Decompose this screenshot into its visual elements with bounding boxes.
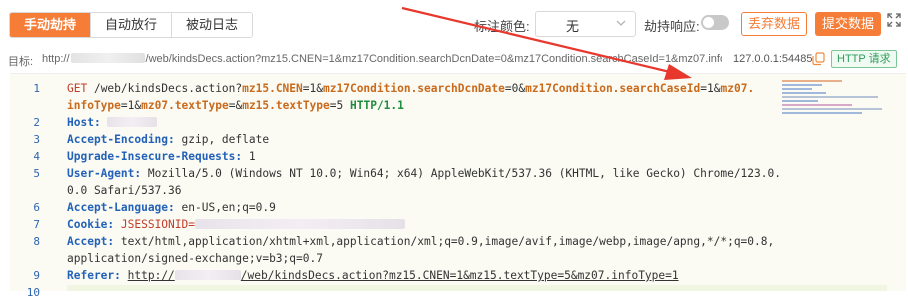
param-eq: = bbox=[504, 82, 512, 95]
http-version: HTTP/1.1 bbox=[343, 99, 404, 112]
header-host: Host: bbox=[67, 116, 158, 129]
tab-auto-release[interactable]: 自动放行 bbox=[90, 13, 172, 37]
header-value: en-US,en;q=0.9 bbox=[174, 201, 276, 214]
line-number: 7 bbox=[33, 218, 40, 231]
expand-icon[interactable] bbox=[886, 12, 902, 28]
target-label: 目标: bbox=[8, 56, 34, 68]
request-line: GET /web/kindsDecs.action?mz15.CNEN=1&mz… bbox=[67, 82, 754, 95]
minimap-line bbox=[782, 96, 878, 98]
header-key: Accept-Language: bbox=[67, 201, 175, 214]
target-url: http:// /web/kindsDecs.action?mz15.CNEN=1… bbox=[42, 53, 722, 65]
header-accept: Accept: text/html,application/xhtml+xml,… bbox=[67, 235, 774, 248]
param-eq: = bbox=[120, 99, 128, 112]
header-user-agent-wrap: 0.0 Safari/537.36 bbox=[67, 184, 182, 197]
http-method: GET bbox=[67, 82, 88, 95]
mark-color-label: 标注颜色: bbox=[474, 19, 530, 34]
header-value: gzip, deflate bbox=[174, 133, 270, 146]
header-accept-encoding: Accept-Encoding: gzip, deflate bbox=[67, 133, 269, 146]
copy-icon[interactable] bbox=[812, 52, 825, 66]
minimap-line bbox=[782, 84, 822, 86]
param-key: mz17Condition.searchDcnDate bbox=[323, 82, 505, 95]
param-eq: = bbox=[329, 99, 337, 112]
redacted-host bbox=[70, 53, 145, 63]
line-number: 2 bbox=[33, 116, 40, 129]
header-key: Cookie: bbox=[67, 218, 115, 231]
hijack-response-toggle[interactable] bbox=[701, 15, 729, 30]
target-url-prefix: http:// bbox=[42, 53, 70, 65]
minimap-line bbox=[782, 80, 842, 82]
cookie-name: JSESSIONID= bbox=[114, 218, 195, 231]
redacted-value bbox=[107, 117, 158, 127]
mark-color-value: 无 bbox=[566, 19, 580, 34]
redacted-value bbox=[174, 270, 241, 280]
discard-button[interactable]: 丢弃数据 bbox=[741, 12, 807, 36]
tab-manual-hijack[interactable]: 手动劫持 bbox=[10, 13, 91, 37]
header-key: Referer: bbox=[67, 269, 121, 282]
request-line-wrap: infoType=1&mz07.textType=&mz15.textType=… bbox=[67, 99, 404, 112]
tab-passive-log[interactable]: 被动日志 bbox=[171, 13, 253, 37]
param-key: infoType bbox=[67, 99, 121, 112]
toggle-knob bbox=[703, 17, 714, 28]
referer-rest: /web/kindsDecs.action?mz15.CNEN=1&mz15.t… bbox=[240, 269, 679, 282]
minimap-line bbox=[782, 104, 852, 106]
line-number: 9 bbox=[33, 269, 40, 282]
line-number: 4 bbox=[33, 150, 40, 163]
toolbar: 手动劫持 自动放行 被动日志 标注颜色: 无 劫持响应: 丢弃数据 提交数据 bbox=[0, 0, 908, 46]
header-key: Host: bbox=[67, 116, 101, 129]
header-key: User-Agent: bbox=[67, 167, 142, 180]
header-upgrade-insecure: Upgrade-Insecure-Requests: 1 bbox=[67, 150, 256, 163]
header-value: text/html,application/xhtml+xml,applicat… bbox=[114, 235, 775, 248]
header-key: Accept-Encoding: bbox=[67, 133, 175, 146]
request-editor[interactable]: 1 2 3 4 5 6 7 8 9 10 GET /web/kindsDecs.… bbox=[10, 73, 906, 299]
line-gutter: 1 2 3 4 5 6 7 8 9 10 bbox=[10, 74, 60, 299]
referer-prefix: http:// bbox=[127, 269, 175, 282]
minimap-line bbox=[782, 100, 818, 102]
header-value: Mozilla/5.0 (Windows NT 10.0; Win64; x64… bbox=[141, 167, 781, 180]
active-line-highlight bbox=[67, 285, 887, 291]
header-key: Upgrade-Insecure-Requests: bbox=[67, 150, 243, 163]
target-bar: 目标: http:// /web/kindsDecs.action?mz15.CN… bbox=[0, 49, 908, 71]
line-number: 1 bbox=[33, 82, 40, 95]
header-accept-language: Accept-Language: en-US,en;q=0.9 bbox=[67, 201, 276, 214]
mark-color-select[interactable]: 无 bbox=[535, 11, 636, 37]
param-key: mz07. bbox=[720, 82, 755, 95]
referer-link[interactable]: http:// /web/kindsDecs.action?mz15.CNEN=1… bbox=[128, 269, 679, 282]
header-key: Accept: bbox=[67, 235, 115, 248]
protocol-badge: HTTP 请求 bbox=[831, 50, 897, 68]
header-value: 1 bbox=[242, 150, 256, 163]
line-number: 8 bbox=[33, 235, 40, 248]
minimap-line bbox=[782, 88, 812, 90]
param-key: mz17Condition.searchCaseId bbox=[525, 82, 701, 95]
param-key: mz15.textType bbox=[242, 99, 330, 112]
header-value: 0.0 Safari/537.36 bbox=[67, 184, 182, 197]
editor-minimap[interactable] bbox=[782, 78, 900, 118]
target-host: 127.0.0.1:54485 bbox=[733, 53, 813, 65]
minimap-line bbox=[782, 108, 882, 110]
mode-tabs: 手动劫持 自动放行 被动日志 bbox=[9, 12, 254, 38]
chevron-down-icon bbox=[615, 15, 627, 34]
line-number: 6 bbox=[33, 201, 40, 214]
submit-button[interactable]: 提交数据 bbox=[815, 12, 881, 36]
line-number: 10 bbox=[26, 286, 40, 299]
target-url-rest: /web/kindsDecs.action?mz15.CNEN=1&mz17Co… bbox=[145, 53, 722, 65]
request-path: /web/kindsDecs.action? bbox=[87, 82, 243, 95]
hijack-response-label: 劫持响应: bbox=[644, 19, 700, 34]
header-accept-wrap: application/signed-exchange;v=b3;q=0.7 bbox=[67, 252, 323, 265]
param-key: mz07.textType bbox=[141, 99, 229, 112]
header-value: application/signed-exchange;v=b3;q=0.7 bbox=[67, 252, 323, 265]
header-cookie: Cookie: JSESSIONID= bbox=[67, 218, 405, 231]
minimap-line bbox=[782, 92, 826, 94]
param-amp: & bbox=[316, 82, 324, 95]
header-referer: Referer: http:// /web/kindsDecs.action?mz… bbox=[67, 269, 679, 282]
param-eq: = bbox=[700, 82, 707, 95]
line-number: 5 bbox=[33, 167, 40, 180]
line-number: 3 bbox=[33, 133, 40, 146]
param-amp: & bbox=[713, 82, 721, 95]
redacted-value bbox=[194, 219, 405, 229]
param-key: mz15.CNEN bbox=[242, 82, 303, 95]
minimap-line bbox=[782, 112, 862, 114]
param-value: 1 bbox=[707, 82, 714, 95]
header-user-agent: User-Agent: Mozilla/5.0 (Windows NT 10.0… bbox=[67, 167, 781, 180]
param-eq: = bbox=[302, 82, 310, 95]
